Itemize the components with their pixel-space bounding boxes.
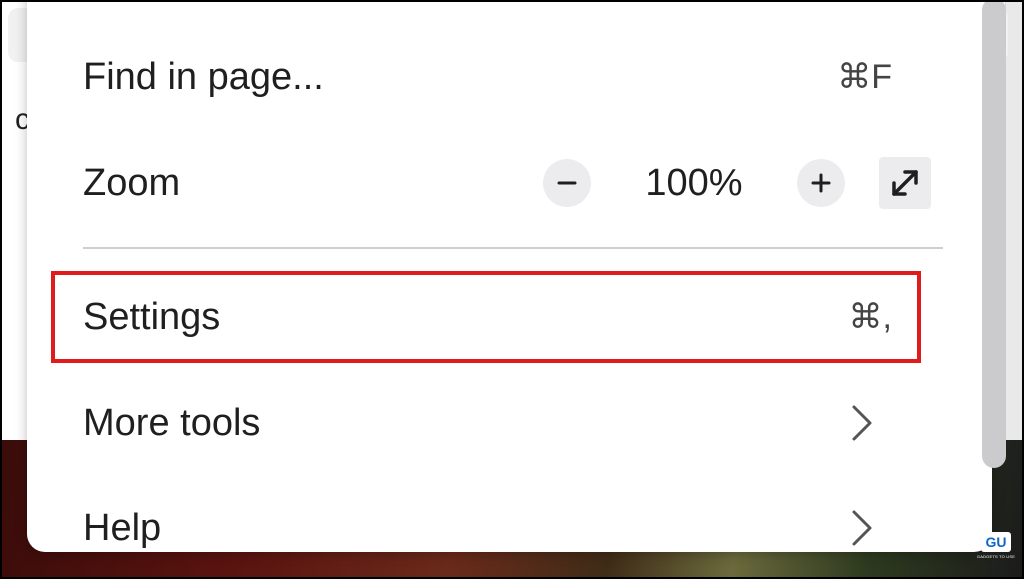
zoom-value: 100% [645, 161, 743, 204]
zoom-label: Zoom [83, 161, 181, 204]
plus-icon [811, 173, 831, 193]
menu-item-help[interactable]: Help [83, 488, 892, 568]
menu-divider [83, 247, 943, 249]
watermark-logo: GU GADGETS TO USE [976, 532, 1016, 570]
minus-icon [557, 181, 577, 185]
menu-item-more-tools[interactable]: More tools [83, 383, 892, 463]
menu-item-zoom: Zoom 100% [83, 143, 931, 223]
fullscreen-icon [892, 170, 918, 196]
browser-menu: Find in page... ⌘F Zoom 100% Settings ⌘,… [27, 0, 1006, 552]
zoom-controls: 100% [543, 143, 845, 223]
chevron-right-icon [852, 510, 872, 546]
find-shortcut: ⌘F [837, 58, 892, 96]
fullscreen-button[interactable] [879, 157, 931, 209]
find-in-page-label: Find in page... [83, 55, 324, 98]
more-tools-label: More tools [83, 401, 261, 444]
help-label: Help [83, 506, 162, 549]
zoom-in-button[interactable] [797, 159, 845, 207]
watermark-caption: GADGETS TO USE [976, 554, 1016, 559]
menu-item-find-in-page[interactable]: Find in page... ⌘F [83, 37, 892, 117]
settings-highlight-box [51, 271, 921, 363]
chevron-right-icon [852, 405, 872, 441]
watermark-logo-mark: GU [981, 532, 1011, 552]
menu-scrollbar[interactable] [982, 0, 1006, 468]
zoom-out-button[interactable] [543, 159, 591, 207]
